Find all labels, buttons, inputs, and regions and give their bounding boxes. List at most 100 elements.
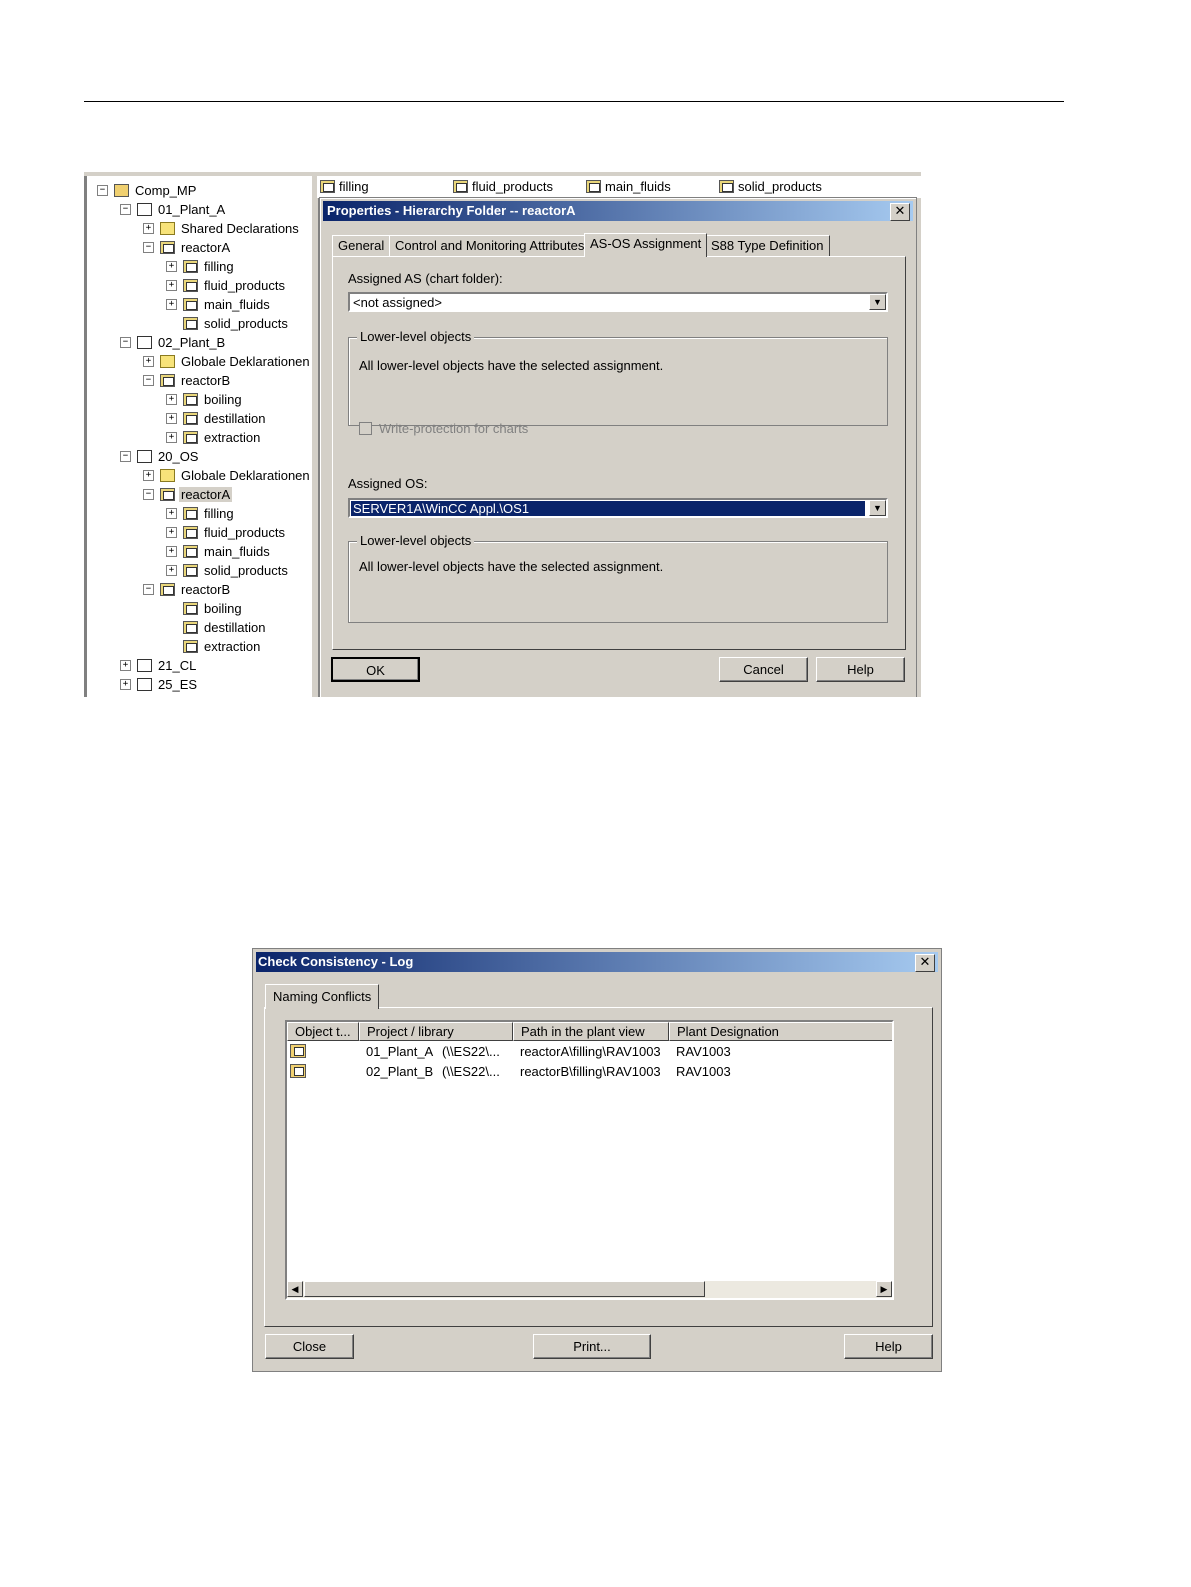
tree-item[interactable]: − reactorB [143,371,232,390]
write-protection-checkbox[interactable]: Write-protection for charts [359,421,528,436]
content-item[interactable]: filling [320,179,369,194]
chevron-down-icon[interactable]: ▼ [869,294,886,310]
column-project-library[interactable]: Project / library [359,1022,513,1041]
collapse-icon[interactable]: − [120,451,131,462]
expand-icon[interactable]: + [166,261,177,272]
expand-icon[interactable]: + [166,527,177,538]
content-item[interactable]: solid_products [719,179,822,194]
project-icon [114,184,129,197]
tree-item[interactable]: +21_CL [120,656,198,675]
collapse-icon[interactable]: − [143,375,154,386]
hierarchy-folder-icon [160,583,175,596]
tab-general[interactable]: General [332,235,391,256]
close-button[interactable]: Close [265,1334,354,1359]
assigned-os-select[interactable]: SERVER1A\WinCC Appl.\OS1 ▼ [348,498,888,518]
properties-dialog: Properties - Hierarchy Folder -- reactor… [319,197,917,697]
collapse-icon[interactable]: − [143,489,154,500]
collapse-icon[interactable]: − [143,584,154,595]
expand-icon[interactable]: + [166,413,177,424]
chevron-down-icon[interactable]: ▼ [869,500,886,516]
collapse-icon[interactable]: − [97,185,108,196]
content-item[interactable]: main_fluids [586,179,671,194]
tree-item[interactable]: − Comp_MP [97,181,198,200]
tree-item[interactable]: + filling [166,257,236,276]
expand-icon[interactable]: + [143,470,154,481]
table-row[interactable]: 01_Plant_A (\\ES22\... reactorA\filling\… [287,1042,892,1062]
tree-item[interactable]: + main_fluids [166,295,272,314]
column-object-type[interactable]: Object t... [287,1022,359,1041]
expand-icon[interactable]: + [166,508,177,519]
tree-item[interactable]: + solid_products [166,561,290,580]
expand-icon[interactable]: + [166,565,177,576]
tab-as-os-assignment[interactable]: AS-OS Assignment [584,233,708,257]
tree-item[interactable]: extraction [166,637,262,656]
hierarchy-folder-icon [183,412,198,425]
horizontal-scrollbar[interactable]: ◀ ▶ [287,1281,892,1298]
tree-item[interactable]: solid_products [166,314,290,333]
expand-icon[interactable]: + [166,280,177,291]
checkbox-box[interactable] [359,422,372,435]
collapse-icon[interactable]: − [120,337,131,348]
tab-s88-type-definition[interactable]: S88 Type Definition [705,235,830,256]
expand-icon[interactable]: + [166,299,177,310]
expand-icon[interactable]: + [120,660,131,671]
cell-path: reactorA\filling\RAV1003 [520,1044,661,1059]
expand-icon[interactable]: + [143,223,154,234]
ok-button[interactable]: OK [331,657,420,682]
pane-splitter[interactable] [311,176,319,697]
tree-item[interactable]: + filling [166,504,236,523]
close-icon[interactable]: ✕ [915,954,935,972]
tree-item-label: solid_products [204,316,288,331]
help-button[interactable]: Help [844,1334,933,1359]
tree-item[interactable]: +25_ES [120,675,199,694]
tab-control-monitoring[interactable]: Control and Monitoring Attributes [389,235,591,256]
expand-icon[interactable]: + [143,356,154,367]
scroll-right-icon[interactable]: ▶ [876,1281,892,1297]
expand-icon[interactable]: + [120,679,131,690]
tree-item[interactable]: + destillation [166,409,267,428]
collapse-icon[interactable]: − [143,242,154,253]
tree-item[interactable]: − 02_Plant_B [120,333,227,352]
assigned-as-select[interactable]: <not assigned> ▼ [348,292,888,312]
plant-hierarchy-tree[interactable]: − Comp_MP −01_Plant_A + Shared Declarations −… [84,176,311,697]
column-path[interactable]: Path in the plant view [513,1022,669,1041]
tree-item[interactable]: − 20_OS [120,447,200,466]
tree-item[interactable]: + Globale Deklarationen [143,352,311,371]
scroll-left-icon[interactable]: ◀ [287,1281,303,1297]
hierarchy-folder-icon [183,564,198,577]
tree-item[interactable]: + boiling [166,390,244,409]
print-button[interactable]: Print... [533,1334,651,1359]
hierarchy-folder-icon [290,1064,306,1078]
collapse-icon[interactable]: − [120,204,131,215]
cancel-button[interactable]: Cancel [719,657,808,682]
tree-item[interactable]: + fluid_products [166,523,287,542]
tree-item-label: destillation [204,620,266,635]
tree-item[interactable]: − reactorA [143,238,232,257]
tree-item[interactable]: − reactorB [143,580,232,599]
hierarchy-folder-icon [160,241,175,254]
tree-item[interactable]: destillation [166,618,267,637]
tree-item[interactable]: + main_fluids [166,542,272,561]
tab-naming-conflicts[interactable]: Naming Conflicts [265,984,380,1009]
table-row[interactable]: 02_Plant_B (\\ES22\... reactorB\filling\… [287,1062,892,1082]
expand-icon[interactable]: + [166,546,177,557]
column-plant-designation[interactable]: Plant Designation [669,1022,892,1041]
tree-item[interactable]: boiling [166,599,244,618]
hierarchy-folder-icon [160,488,175,501]
tree-item[interactable]: + extraction [166,428,262,447]
tree-item[interactable]: − reactorA [143,485,233,504]
tree-item[interactable]: + fluid_products [166,276,287,295]
scroll-thumb[interactable] [304,1281,705,1297]
expand-icon[interactable]: + [166,432,177,443]
close-icon[interactable]: ✕ [890,203,910,221]
plant-icon [137,336,152,349]
conflicts-list[interactable]: Object t... Project / library Path in th… [285,1020,894,1300]
content-item[interactable]: fluid_products [453,179,553,194]
hierarchy-folder-icon [183,545,198,558]
tree-item[interactable]: − 01_Plant_A [120,200,227,219]
tree-item-label: fluid_products [204,278,285,293]
tree-item[interactable]: + Shared Declarations [143,219,301,238]
expand-icon[interactable]: + [166,394,177,405]
tree-item[interactable]: + Globale Deklarationen [143,466,311,485]
help-button[interactable]: Help [816,657,905,682]
